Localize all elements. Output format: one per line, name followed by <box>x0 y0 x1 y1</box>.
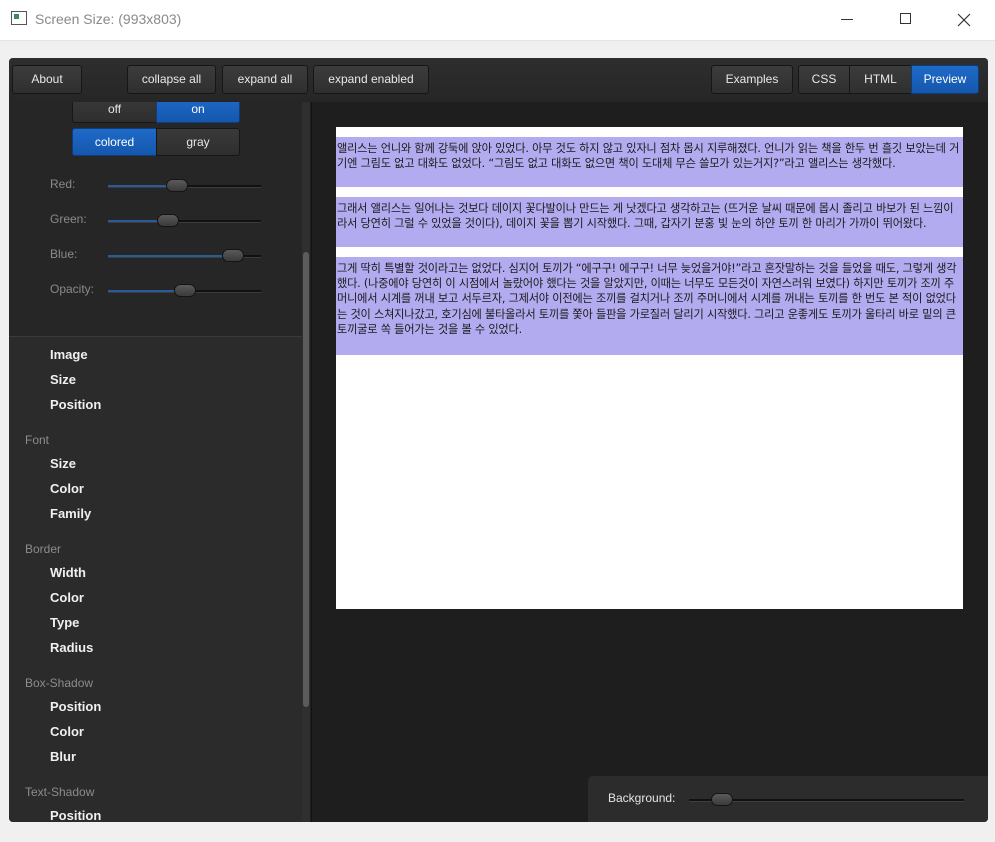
app-icon <box>11 11 27 25</box>
about-button[interactable]: About <box>12 65 82 94</box>
properties-panel: off on colored gray Red: Green: Blue: Op… <box>9 102 310 822</box>
expand-all-button[interactable]: expand all <box>222 65 308 94</box>
blue-label: Blue: <box>50 247 78 261</box>
tab-preview[interactable]: Preview <box>911 65 979 94</box>
property-item-box-shadow-color[interactable]: Color <box>50 724 84 739</box>
background-slider[interactable] <box>689 793 964 806</box>
close-window-button[interactable] <box>935 0 993 40</box>
property-item-font-color[interactable]: Color <box>50 481 84 496</box>
preview-area: 앨리스는 언니와 함께 강둑에 앉아 있었다. 아무 것도 하지 않고 있자니 … <box>311 102 988 822</box>
expand-enabled-button[interactable]: expand enabled <box>313 65 429 94</box>
window-title-bar: Screen Size: (993x803) <box>0 0 995 41</box>
preview-page: 앨리스는 언니와 함께 강둑에 앉아 있었다. 아무 것도 하지 않고 있자니 … <box>336 127 963 609</box>
property-item-font-size[interactable]: Size <box>50 456 76 471</box>
window-title: Screen Size: (993x803) <box>35 11 182 27</box>
preview-paragraph-1: 앨리스는 언니와 함께 강둑에 앉아 있었다. 아무 것도 하지 않고 있자니 … <box>336 137 963 187</box>
property-item-box-shadow-position[interactable]: Position <box>50 699 101 714</box>
opacity-label: Opacity: <box>50 282 95 296</box>
red-slider[interactable] <box>108 179 261 192</box>
maximize-button[interactable] <box>877 0 935 40</box>
off-toggle[interactable]: off <box>72 102 157 123</box>
property-item-border-radius[interactable]: Radius <box>50 640 93 655</box>
category-border: Border <box>25 542 62 556</box>
background-control: Background: <box>588 776 988 822</box>
close-icon <box>957 13 971 27</box>
green-slider[interactable] <box>108 214 261 227</box>
examples-button[interactable]: Examples <box>711 65 793 94</box>
app-frame: About collapse all expand all expand ena… <box>9 58 988 822</box>
panel-scrollbar-thumb[interactable] <box>303 252 309 707</box>
property-item-text-shadow-position[interactable]: Position <box>50 808 101 822</box>
background-label: Background: <box>608 791 676 805</box>
colored-toggle[interactable]: colored <box>72 128 157 156</box>
property-item-border-width[interactable]: Width <box>50 565 86 580</box>
preview-paragraph-3: 그게 딱히 특별할 것이라고는 없었다. 심지어 토끼가 “에구구! 에구구! … <box>336 257 963 355</box>
property-item-position[interactable]: Position <box>50 397 101 412</box>
minimize-button[interactable] <box>819 0 877 40</box>
property-item-size[interactable]: Size <box>50 372 76 387</box>
property-item-image[interactable]: Image <box>50 347 88 362</box>
background-slider-thumb[interactable] <box>711 793 733 806</box>
category-font: Font <box>25 433 50 447</box>
tab-css[interactable]: CSS <box>798 65 850 94</box>
green-label: Green: <box>50 212 87 226</box>
gray-toggle[interactable]: gray <box>156 128 240 156</box>
red-label: Red: <box>50 177 76 191</box>
property-item-border-color[interactable]: Color <box>50 590 84 605</box>
property-item-border-type[interactable]: Type <box>50 615 79 630</box>
panel-scrollbar[interactable] <box>302 102 310 822</box>
property-item-box-shadow-blur[interactable]: Blur <box>50 749 76 764</box>
color-controls: off on colored gray Red: Green: Blue: Op… <box>9 102 302 337</box>
tab-html[interactable]: HTML <box>849 65 912 94</box>
category-box-shadow: Box-Shadow <box>25 676 94 690</box>
category-text-shadow: Text-Shadow <box>25 785 95 799</box>
property-item-font-family[interactable]: Family <box>50 506 91 521</box>
blue-slider[interactable] <box>108 249 261 262</box>
opacity-slider[interactable] <box>108 284 261 297</box>
preview-paragraph-2: 그래서 앨리스는 일어나는 것보다 데이지 꽃다발이나 만드는 게 낫겠다고 생… <box>336 197 963 247</box>
on-toggle[interactable]: on <box>156 102 240 123</box>
toolbar: About collapse all expand all expand ena… <box>9 58 988 103</box>
collapse-all-button[interactable]: collapse all <box>127 65 216 94</box>
